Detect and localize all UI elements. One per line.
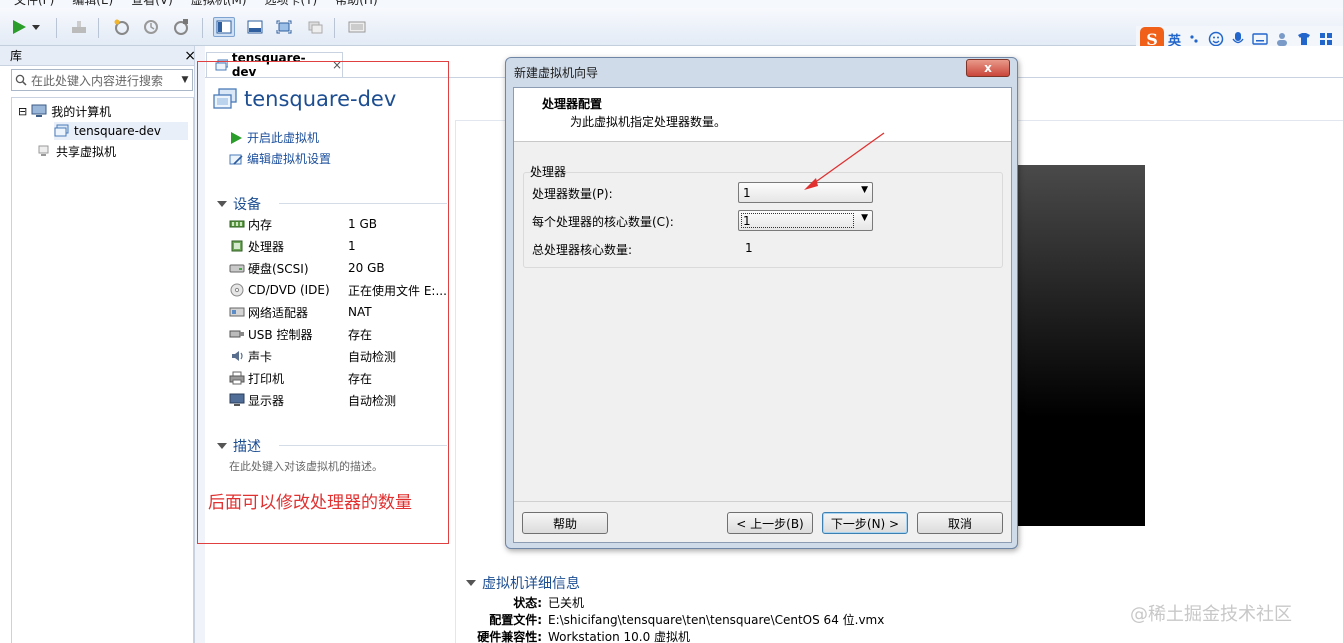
help-button[interactable]: 帮助 xyxy=(522,512,608,534)
collapse-triangle-icon xyxy=(466,580,476,586)
menu-edit[interactable]: 编辑(E) xyxy=(72,0,113,8)
vm-details-title: 虚拟机详细信息 xyxy=(482,576,580,592)
library-title: 库 xyxy=(10,49,23,63)
detail-key: 硬件兼容性: xyxy=(477,630,542,643)
tree-item-tensquare-dev[interactable]: tensquare-dev xyxy=(54,122,188,140)
thumbnail-bar-icon[interactable] xyxy=(244,17,266,37)
chevron-down-icon: ▼ xyxy=(861,213,868,223)
revert-snapshot-icon[interactable] xyxy=(140,17,162,37)
power-dropdown-icon[interactable] xyxy=(30,17,42,37)
tree-item-my-computer[interactable]: ⊟ 我的计算机 xyxy=(18,102,111,120)
search-icon xyxy=(15,74,27,86)
search-placeholder: 在此处键入内容进行搜索 xyxy=(31,73,164,88)
collapse-icon[interactable]: ⊟ xyxy=(18,105,27,118)
cancel-button[interactable]: 取消 xyxy=(917,512,1003,534)
tree-item-shared-vms[interactable]: 共享虚拟机 xyxy=(36,142,116,160)
annotation-arrow-icon xyxy=(804,132,885,190)
vm-details-header[interactable]: 虚拟机详细信息 xyxy=(466,573,580,593)
detail-key: 配置文件: xyxy=(489,613,542,627)
detail-row-compat: 硬件兼容性: Workstation 10.0 虚拟机 xyxy=(468,628,690,643)
detail-row-status: 状态: 已关机 xyxy=(468,594,584,611)
detail-key: 状态: xyxy=(513,596,542,610)
snapshot-manager-icon[interactable] xyxy=(170,17,192,37)
console-view-icon[interactable] xyxy=(346,17,368,37)
dialog-body: 处理器配置 为此虚拟机指定处理器数量。 处理器 处理器数量(P): 1 ▼ 每个… xyxy=(513,87,1012,543)
total-cores-label: 总处理器核心数量: xyxy=(532,243,633,257)
power-on-icon[interactable] xyxy=(8,17,30,37)
watermark: @稀土掘金技术社区 xyxy=(1130,604,1292,625)
dialog-close-button[interactable]: x xyxy=(966,59,1010,77)
total-cores-value: 1 xyxy=(745,241,753,255)
annotation-highlight-box xyxy=(197,61,449,544)
processor-count-label: 处理器数量(P): xyxy=(532,187,613,201)
library-search-input[interactable]: 在此处键入内容进行搜索 ▼ xyxy=(11,69,193,91)
cores-per-processor-label: 每个处理器的核心数量(C): xyxy=(532,215,674,229)
dialog-header: 处理器配置 为此虚拟机指定处理器数量。 xyxy=(514,88,1011,142)
computer-icon xyxy=(31,104,47,117)
library-tree: ⊟ 我的计算机 tensquare-dev 共享虚拟机 xyxy=(11,97,194,643)
menu-view[interactable]: 查看(V) xyxy=(131,0,173,8)
back-button[interactable]: < 上一步(B) xyxy=(727,512,813,534)
new-vm-wizard-dialog: 新建虚拟机向导 x 处理器配置 为此虚拟机指定处理器数量。 处理器 处理器数量(… xyxy=(505,57,1018,549)
shared-vm-icon xyxy=(38,145,49,156)
full-screen-icon[interactable] xyxy=(273,17,295,37)
detail-value: Workstation 10.0 虚拟机 xyxy=(548,630,691,643)
unity-icon[interactable] xyxy=(304,17,326,37)
step-subtitle: 为此虚拟机指定处理器数量。 xyxy=(570,115,727,129)
tree-item-label: tensquare-dev xyxy=(74,124,162,138)
show-library-icon[interactable] xyxy=(213,17,235,37)
next-button[interactable]: 下一步(N) > xyxy=(822,512,908,534)
menu-file[interactable]: 文件(F) xyxy=(14,0,54,8)
menu-tabs[interactable]: 选项卡(T) xyxy=(265,0,318,8)
step-title: 处理器配置 xyxy=(542,97,603,111)
snapshot-icon[interactable] xyxy=(110,17,132,37)
dialog-title: 新建虚拟机向导 xyxy=(514,66,599,80)
network-disabled-icon[interactable] xyxy=(68,17,90,37)
menu-vm[interactable]: 虚拟机(M) xyxy=(191,0,247,8)
detail-row-config-file: 配置文件: E:\shicifang\tensquare\ten\tensqua… xyxy=(468,611,884,628)
chevron-down-icon[interactable]: ▼ xyxy=(178,75,192,85)
library-header: 库 × xyxy=(0,46,200,66)
annotation-text: 后面可以修改处理器的数量 xyxy=(208,493,412,513)
vm-icon xyxy=(54,124,69,137)
menu-bar: 文件(F) 编辑(E) 查看(V) 虚拟机(M) 选项卡(T) 帮助(H) xyxy=(0,0,1343,8)
detail-value: 已关机 xyxy=(548,596,585,610)
processor-count-value: 1 xyxy=(743,185,751,200)
tree-item-label: 我的计算机 xyxy=(51,104,112,119)
tree-item-label: 共享虚拟机 xyxy=(56,144,117,159)
menu-help[interactable]: 帮助(H) xyxy=(335,0,377,8)
vm-screen-preview[interactable] xyxy=(1005,165,1145,526)
processor-group-title: 处理器 xyxy=(530,165,567,179)
detail-value: E:\shicifang\tensquare\ten\tensquare\Cen… xyxy=(548,613,885,627)
cores-per-processor-select[interactable]: 1 ▼ xyxy=(738,210,873,231)
